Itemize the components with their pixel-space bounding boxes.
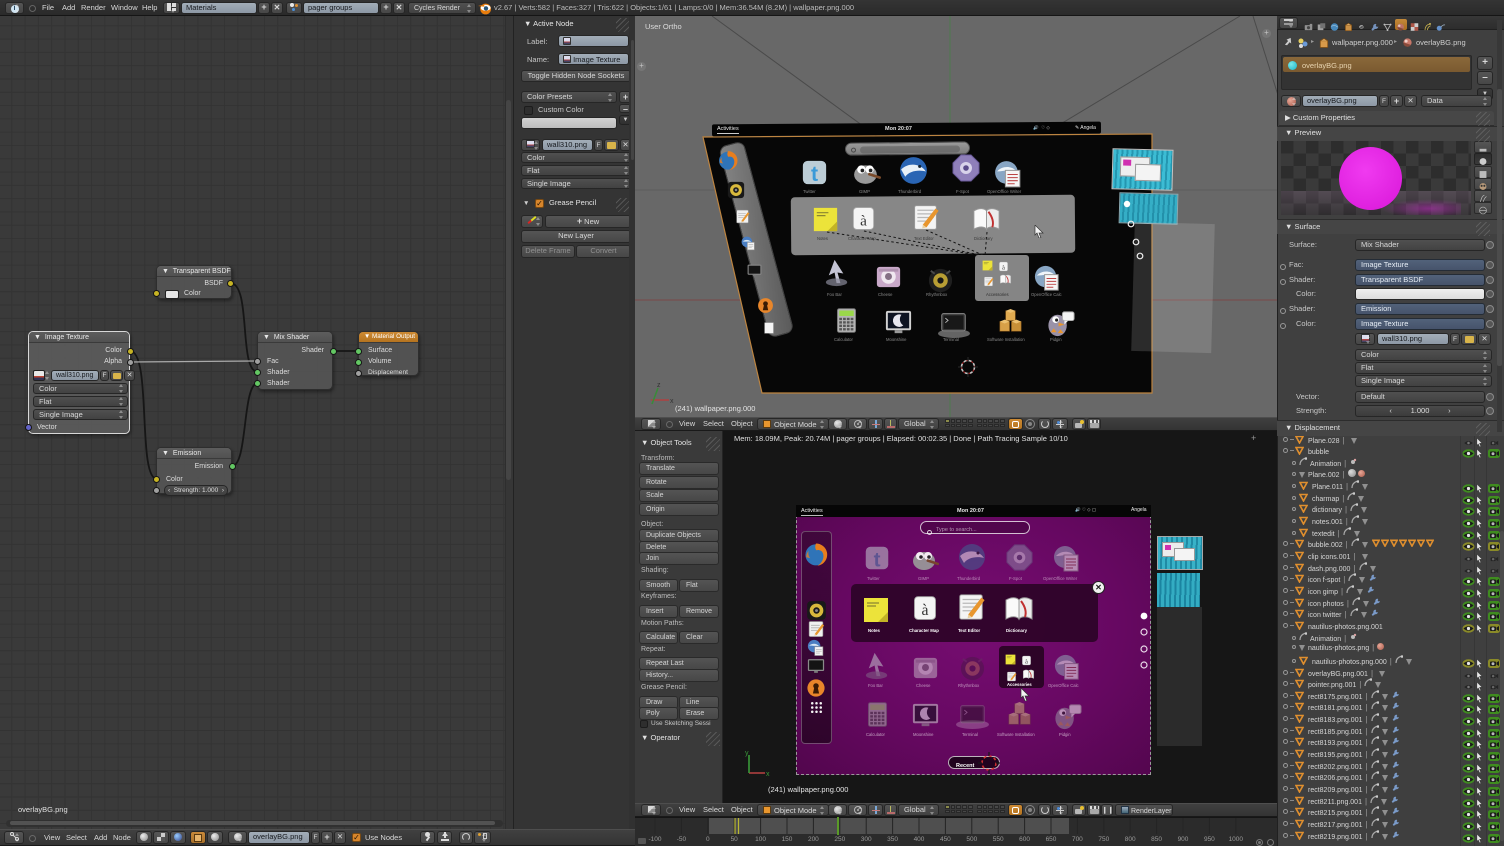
svg-text:x: x (670, 398, 674, 405)
svg-text:à: à (1002, 264, 1005, 271)
svg-text:à: à (860, 212, 867, 229)
svg-text:x: x (766, 771, 770, 778)
svg-text:t: t (874, 548, 881, 571)
svg-text:y: y (745, 750, 749, 757)
svg-text:à: à (1025, 658, 1028, 665)
svg-text:z: z (657, 382, 661, 389)
svg-text:à: à (922, 602, 929, 619)
